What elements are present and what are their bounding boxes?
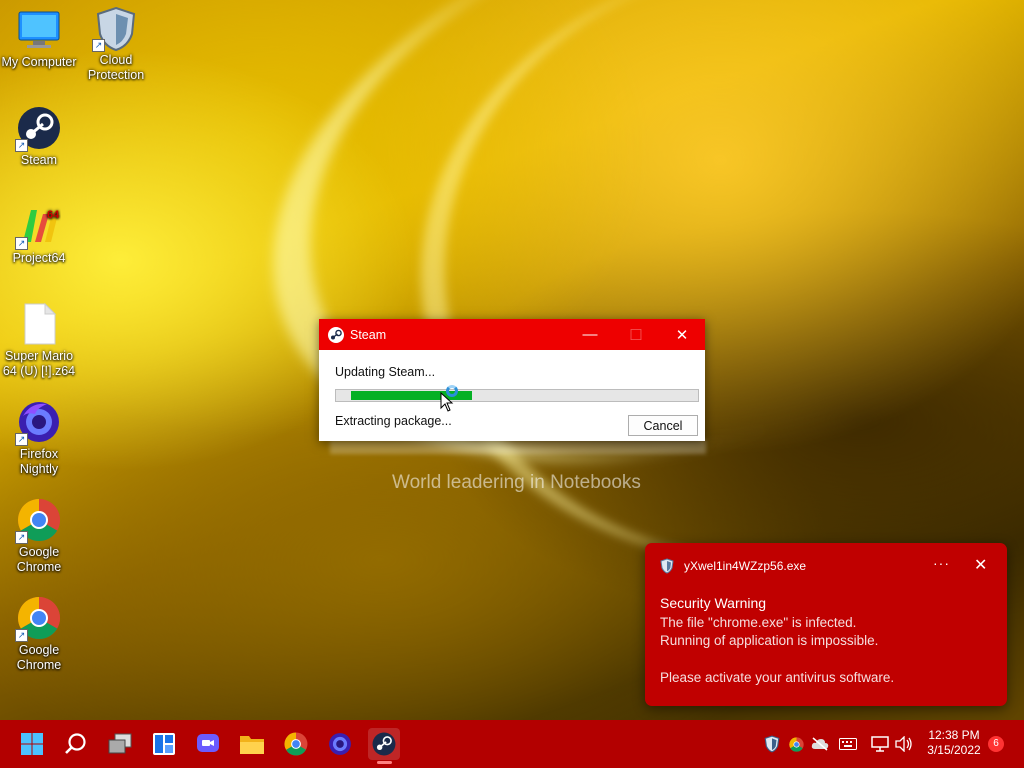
desktop-icon-label: Cloud Protection (87, 53, 145, 82)
task-view-icon[interactable] (104, 728, 136, 760)
steam-update-dialog: Steam — ☐ ✕ Updating Steam... Extracting… (319, 319, 705, 441)
chat-icon[interactable] (192, 728, 224, 760)
monitor-icon (17, 8, 61, 52)
chrome-icon: ↗ (15, 596, 61, 642)
desktop-icon-google-chrome[interactable]: ↗ Google Chrome (0, 596, 78, 673)
volume-icon[interactable] (894, 734, 914, 754)
desktop-icon-label: Super Mario 64 (U) [!].z64 (2, 349, 76, 378)
minimize-icon: — (582, 326, 598, 343)
firefox-nightly-icon[interactable] (324, 728, 356, 760)
minimize-button[interactable]: — (567, 319, 613, 350)
wallpaper-logo (330, 440, 706, 454)
desktop-icon-steam[interactable]: ↗ Steam (0, 106, 78, 168)
shield-icon (660, 558, 674, 574)
dialog-title: Steam (350, 327, 387, 342)
chrome-icon[interactable] (786, 734, 806, 754)
chrome-icon[interactable] (280, 728, 312, 760)
more-options-icon[interactable]: ··· (933, 555, 950, 571)
update-substatus-text: Extracting package... (335, 414, 452, 428)
desktop-icon-firefox-nightly[interactable]: ↗ Firefox Nightly (0, 400, 78, 477)
steam-icon: ↗ (15, 106, 61, 152)
clock-time: 12:38 PM (928, 728, 980, 742)
toast-heading: Security Warning (660, 595, 767, 611)
desktop-icon-label: Firefox Nightly (19, 447, 59, 476)
mouse-cursor-icon (440, 392, 454, 412)
file-explorer-icon[interactable] (236, 728, 268, 760)
desktop-icon-label: My Computer (1, 55, 77, 69)
network-icon[interactable] (870, 734, 890, 754)
taskbar-clock[interactable]: 12:38 PM 3/15/2022 (922, 728, 986, 758)
desktop-icon-label: Google Chrome (16, 545, 62, 574)
notification-count-badge[interactable]: 6 (988, 736, 1004, 752)
toast-message-line: Running of application is impossible. (660, 633, 879, 648)
shield-icon: ↗ (92, 6, 138, 52)
maximize-icon: ☐ (629, 326, 643, 344)
defender-icon[interactable] (762, 734, 782, 754)
desktop-icon-label: Project64 (12, 251, 66, 265)
desktop-icon-project64[interactable]: 64 ↗ Project64 (0, 204, 78, 266)
desktop-icon-label: Google Chrome (16, 643, 62, 672)
toast-message-line: Please activate your antivirus software. (660, 670, 895, 685)
desktop-icon-super-mario-rom[interactable]: Super Mario 64 (U) [!].z64 (0, 302, 78, 379)
toast-app-header: yXwel1in4WZzp56.exe (660, 558, 806, 574)
clock-date: 3/15/2022 (927, 743, 981, 757)
active-app-indicator (377, 761, 392, 764)
file-icon (17, 302, 61, 346)
wallpaper-tagline: World leadering in Notebooks (392, 472, 641, 493)
firefox-nightly-icon: ↗ (15, 400, 61, 446)
desktop-icon-google-chrome[interactable]: ↗ Google Chrome (0, 498, 78, 575)
steam-icon (328, 326, 344, 343)
update-progress-bar (335, 389, 699, 402)
toast-message-line: The file "chrome.exe" is infected. (660, 615, 857, 630)
shortcut-arrow-icon: ↗ (92, 39, 105, 52)
desktop-icon-cloud-protection[interactable]: ↗ Cloud Protection (77, 6, 155, 83)
shortcut-arrow-icon: ↗ (15, 433, 28, 446)
shortcut-arrow-icon: ↗ (15, 629, 28, 642)
shortcut-arrow-icon: ↗ (15, 237, 28, 250)
toast-app-name: yXwel1in4WZzp56.exe (684, 559, 807, 573)
cancel-button[interactable]: Cancel (628, 415, 698, 436)
dialog-titlebar[interactable]: Steam — ☐ ✕ (319, 319, 705, 350)
svg-text:64: 64 (47, 209, 60, 221)
steam-icon[interactable] (368, 728, 400, 760)
maximize-button: ☐ (613, 319, 659, 350)
project64-icon: 64 ↗ (15, 204, 61, 250)
toast-close-icon[interactable]: ✕ (974, 555, 987, 575)
keyboard-icon[interactable] (838, 734, 858, 754)
close-button[interactable]: ✕ (659, 319, 705, 350)
onedrive-icon[interactable] (810, 734, 830, 754)
start-icon[interactable] (16, 728, 48, 760)
chrome-icon: ↗ (15, 498, 61, 544)
security-warning-toast[interactable]: yXwel1in4WZzp56.exe ··· ✕ Security Warni… (645, 543, 1007, 706)
desktop-icon-my-computer[interactable]: My Computer (0, 8, 78, 70)
desktop-icon-label: Steam (20, 153, 58, 167)
shortcut-arrow-icon: ↗ (15, 531, 28, 544)
taskbar (0, 720, 1024, 768)
widgets-icon[interactable] (148, 728, 180, 760)
search-icon[interactable] (60, 728, 92, 760)
close-icon: ✕ (675, 326, 689, 344)
shortcut-arrow-icon: ↗ (15, 139, 28, 152)
update-status-text: Updating Steam... (335, 365, 436, 379)
